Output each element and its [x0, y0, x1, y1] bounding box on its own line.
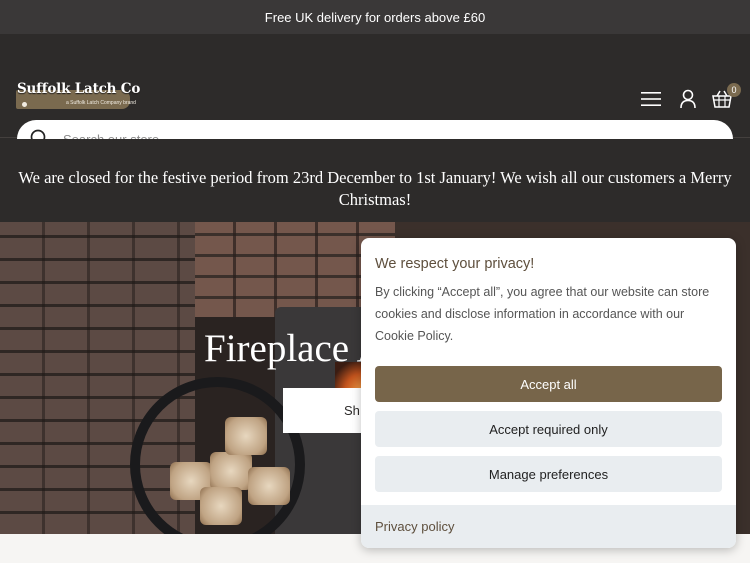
site-logo[interactable]: Suffolk Latch Co a Suffolk Latch Company…	[16, 80, 140, 112]
menu-button[interactable]	[640, 88, 662, 110]
accept-required-button[interactable]: Accept required only	[375, 411, 722, 447]
hero-title: Fireplace A	[204, 327, 385, 370]
log	[248, 467, 290, 505]
cart-count-badge: 0	[727, 83, 741, 97]
accept-all-button[interactable]: Accept all	[375, 366, 722, 402]
cookie-title: We respect your privacy!	[375, 256, 535, 272]
menu-icon	[641, 92, 661, 106]
cookie-consent-dialog: We respect your privacy! By clicking “Ac…	[361, 238, 736, 548]
manage-preferences-button[interactable]: Manage preferences	[375, 456, 722, 492]
announcement-bar: Free UK delivery for orders above £60	[0, 0, 750, 34]
log	[200, 487, 242, 525]
festive-notice: We are closed for the festive period fro…	[0, 139, 750, 222]
logo-hole	[22, 102, 27, 107]
privacy-policy-link[interactable]: Privacy policy	[375, 519, 454, 534]
account-icon	[680, 89, 696, 109]
festive-notice-text: We are closed for the festive period fro…	[18, 168, 732, 209]
site-header: Suffolk Latch Co a Suffolk Latch Company…	[0, 34, 750, 158]
log	[210, 452, 252, 490]
account-button[interactable]	[677, 88, 699, 110]
cookie-description: By clicking “Accept all”, you agree that…	[375, 285, 710, 343]
announcement-text: Free UK delivery for orders above £60	[264, 9, 486, 25]
cookie-footer: Privacy policy	[361, 505, 736, 548]
logo-title: Suffolk Latch Co	[17, 81, 141, 97]
log	[225, 417, 267, 455]
hero-logs	[170, 417, 290, 525]
logo-tagline: a Suffolk Latch Company brand	[66, 100, 136, 106]
